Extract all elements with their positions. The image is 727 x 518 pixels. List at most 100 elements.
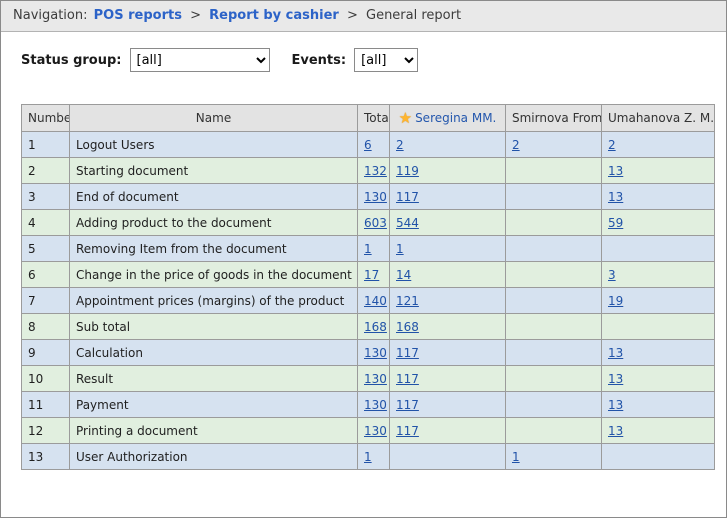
- navigation-label: Navigation:: [13, 8, 88, 23]
- value-link-total[interactable]: 130: [364, 372, 387, 386]
- cell-total: 1: [358, 444, 390, 470]
- status-group-select[interactable]: [all]: [130, 48, 270, 72]
- breadcrumb-bar: Navigation: POS reports > Report by cash…: [1, 1, 726, 32]
- value-link-seregina[interactable]: 544: [396, 216, 419, 230]
- cell-smirnova: [506, 314, 602, 340]
- table-row: 5Removing Item from the document11: [22, 236, 715, 262]
- cell-seregina: 117: [390, 340, 506, 366]
- value-link-seregina[interactable]: 117: [396, 398, 419, 412]
- cell-seregina: 1: [390, 236, 506, 262]
- table-row: 1Logout Users6222: [22, 132, 715, 158]
- star-icon: ★: [399, 109, 412, 127]
- cell-number: 5: [22, 236, 70, 262]
- cell-smirnova: 2: [506, 132, 602, 158]
- table-row: 13User Authorization 1 1: [22, 444, 715, 470]
- header-row: Number Name Total ★Seregina MM. Smirnova…: [22, 105, 715, 132]
- value-link-umahanova[interactable]: 13: [608, 190, 623, 204]
- cell-smirnova: [506, 210, 602, 236]
- value-link-total[interactable]: 6: [364, 138, 372, 152]
- col-header-seregina: ★Seregina MM.: [390, 105, 506, 132]
- cell-number: 8: [22, 314, 70, 340]
- value-link-total[interactable]: 1: [364, 450, 372, 464]
- cell-number: 3: [22, 184, 70, 210]
- cell-name: Result: [70, 366, 358, 392]
- value-link-umahanova[interactable]: 3: [608, 268, 616, 282]
- cell-smirnova: [506, 158, 602, 184]
- cell-seregina: 544: [390, 210, 506, 236]
- cell-smirnova: [506, 418, 602, 444]
- col-header-seregina-link[interactable]: Seregina MM.: [415, 111, 496, 125]
- value-link-seregina[interactable]: 117: [396, 346, 419, 360]
- value-link-umahanova[interactable]: 13: [608, 164, 623, 178]
- events-select[interactable]: [all]: [354, 48, 418, 72]
- cell-name: Payment: [70, 392, 358, 418]
- value-link-total[interactable]: 1: [364, 242, 372, 256]
- cell-number: 11: [22, 392, 70, 418]
- value-link-umahanova[interactable]: 19: [608, 294, 623, 308]
- value-link-smirnova[interactable]: 1: [512, 450, 520, 464]
- cell-total: 130: [358, 366, 390, 392]
- value-link-umahanova[interactable]: 2: [608, 138, 616, 152]
- value-link-total[interactable]: 130: [364, 190, 387, 204]
- value-link-total[interactable]: 132: [364, 164, 387, 178]
- cell-name: Sub total: [70, 314, 358, 340]
- col-header-total: Total: [358, 105, 390, 132]
- value-link-seregina[interactable]: 117: [396, 424, 419, 438]
- value-link-total[interactable]: 140: [364, 294, 387, 308]
- breadcrumb-pos-reports[interactable]: POS reports: [94, 8, 182, 23]
- table-row: 2Starting document13211913: [22, 158, 715, 184]
- cell-seregina: 117: [390, 418, 506, 444]
- cell-number: 6: [22, 262, 70, 288]
- cell-smirnova: 1: [506, 444, 602, 470]
- value-link-total[interactable]: 130: [364, 398, 387, 412]
- table-row: 8Sub total 168 168: [22, 314, 715, 340]
- value-link-total[interactable]: 130: [364, 346, 387, 360]
- table-row: 11Payment 130 117 13: [22, 392, 715, 418]
- cell-total: 1: [358, 236, 390, 262]
- value-link-seregina[interactable]: 2: [396, 138, 404, 152]
- value-link-seregina[interactable]: 121: [396, 294, 419, 308]
- cell-seregina: 2: [390, 132, 506, 158]
- col-header-name: Name: [70, 105, 358, 132]
- cell-umahanova: 13: [602, 184, 715, 210]
- cell-number: 7: [22, 288, 70, 314]
- cell-name: Appointment prices (margins) of the prod…: [70, 288, 358, 314]
- value-link-total[interactable]: 603: [364, 216, 387, 230]
- cell-name: User Authorization: [70, 444, 358, 470]
- cell-name: Change in the price of goods in the docu…: [70, 262, 358, 288]
- value-link-seregina[interactable]: 1: [396, 242, 404, 256]
- cell-seregina: 168: [390, 314, 506, 340]
- value-link-seregina[interactable]: 117: [396, 372, 419, 386]
- cell-name: Calculation: [70, 340, 358, 366]
- cell-number: 13: [22, 444, 70, 470]
- value-link-seregina[interactable]: 117: [396, 190, 419, 204]
- cell-umahanova: [602, 236, 715, 262]
- value-link-seregina[interactable]: 168: [396, 320, 419, 334]
- cell-seregina: 119: [390, 158, 506, 184]
- value-link-umahanova[interactable]: 13: [608, 346, 623, 360]
- value-link-umahanova[interactable]: 13: [608, 424, 623, 438]
- value-link-smirnova[interactable]: 2: [512, 138, 520, 152]
- value-link-total[interactable]: 130: [364, 424, 387, 438]
- value-link-total[interactable]: 168: [364, 320, 387, 334]
- value-link-total[interactable]: 17: [364, 268, 379, 282]
- cell-number: 4: [22, 210, 70, 236]
- cell-number: 12: [22, 418, 70, 444]
- value-link-seregina[interactable]: 119: [396, 164, 419, 178]
- cell-seregina: [390, 444, 506, 470]
- col-header-smirnova: Smirnova From.: [506, 105, 602, 132]
- breadcrumb-report-by-cashier[interactable]: Report by cashier: [209, 8, 339, 23]
- col-header-number: Number: [22, 105, 70, 132]
- filter-bar: Status group: [all] Events: [all]: [21, 48, 726, 72]
- value-link-umahanova[interactable]: 13: [608, 398, 623, 412]
- cell-total: 130: [358, 340, 390, 366]
- cell-name: Printing a document: [70, 418, 358, 444]
- value-link-seregina[interactable]: 14: [396, 268, 411, 282]
- cell-umahanova: 13: [602, 340, 715, 366]
- value-link-umahanova[interactable]: 13: [608, 372, 623, 386]
- value-link-umahanova[interactable]: 59: [608, 216, 623, 230]
- cell-total: 130: [358, 392, 390, 418]
- cell-umahanova: 59: [602, 210, 715, 236]
- table-row: 12Printing a document 130 117 13: [22, 418, 715, 444]
- cell-smirnova: [506, 366, 602, 392]
